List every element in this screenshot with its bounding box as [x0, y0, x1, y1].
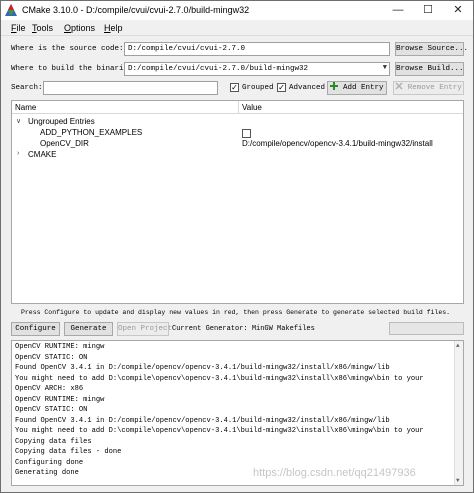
log-line: Configuring done [15, 458, 84, 467]
log-line: OpenCV STATIC: ON [15, 406, 88, 414]
menu-tools[interactable]: Tools [32, 23, 53, 33]
chevron-down-icon[interactable]: ▼ [383, 64, 387, 72]
build-path-combo[interactable]: D:/compile/cvui/cvui-2.7.0/build-mingw32… [124, 62, 390, 76]
search-input[interactable] [43, 81, 218, 95]
log-line: Copying data files [15, 437, 92, 446]
current-generator-label: Current Generator: MinGW Makefiles [172, 325, 315, 333]
minimize-button[interactable]: — [383, 1, 413, 20]
output-log[interactable]: OpenCV RUNTIME: mingw OpenCV STATIC: ON … [11, 340, 464, 486]
menu-file[interactable]: File [11, 23, 26, 33]
grouped-checkbox[interactable]: ✓ [230, 83, 239, 92]
log-line: Generating done [15, 469, 79, 477]
menu-options-label: ptions [71, 23, 96, 33]
scroll-down-icon[interactable]: ▼ [456, 477, 460, 484]
generate-button[interactable]: Generate [64, 322, 113, 336]
log-line: Found OpenCV 3.4.1 in D:/compile/opencv/… [15, 416, 390, 425]
table-row[interactable]: ADD_PYTHON_EXAMPLES [12, 128, 463, 139]
source-label: Where is the source code: [11, 45, 124, 53]
title-bar: CMake 3.10.0 - D:/compile/cvui/cvui-2.7.… [1, 1, 473, 20]
entry-name: ADD_PYTHON_EXAMPLES [40, 128, 143, 137]
search-label: Search: [11, 84, 43, 92]
browse-source-button[interactable]: Browse Source... [395, 42, 468, 56]
tree-group-row[interactable]: ∨ Ungrouped Entries [12, 117, 463, 128]
cache-table[interactable]: Name Value ∨ Ungrouped Entries ADD_PYTHO… [11, 100, 464, 304]
browse-build-button[interactable]: Browse Build... [395, 62, 464, 76]
tree-group-row[interactable]: › CMAKE [12, 150, 463, 161]
log-line: OpenCV RUNTIME: mingw [15, 395, 105, 404]
remove-entry-button[interactable]: Remove Entry [393, 81, 464, 95]
scroll-up-icon[interactable]: ▲ [456, 342, 460, 349]
menu-options[interactable]: Options [64, 23, 95, 33]
menu-bar: File Tools Options Help [1, 20, 473, 36]
cmake-window: CMake 3.10.0 - D:/compile/cvui/cvui-2.7.… [0, 0, 474, 493]
watermark-text: https://blog.csdn.net/qq21497936 [253, 467, 416, 479]
window-title: CMake 3.10.0 - D:/compile/cvui/cvui-2.7.… [22, 5, 250, 15]
collapsed-arrow-icon[interactable]: › [17, 150, 19, 157]
add-entry-label: Add Entry [343, 84, 384, 92]
menu-help[interactable]: Help [104, 23, 123, 33]
cmake-logo-icon [5, 4, 17, 16]
log-line: OpenCV RUNTIME: mingw [15, 343, 105, 351]
group-name: CMAKE [28, 150, 57, 159]
entry-name: OpenCV_DIR [40, 139, 89, 148]
log-line: You might need to add D:\compile\opencv\… [15, 427, 424, 435]
configure-button[interactable]: Configure [11, 322, 60, 336]
advanced-checkbox[interactable]: ✓ [277, 83, 286, 92]
log-scrollbar[interactable]: ▲ ▼ [454, 341, 463, 485]
menu-file-label: ile [16, 23, 26, 33]
add-python-examples-checkbox[interactable] [242, 129, 251, 138]
remove-entry-label: Remove Entry [407, 84, 462, 92]
grouped-label: Grouped [242, 84, 274, 92]
add-icon [330, 82, 339, 90]
maximize-button[interactable]: ☐ [413, 1, 443, 20]
close-button[interactable]: ✕ [443, 1, 473, 20]
hint-text: Press Configure to update and display ne… [21, 309, 451, 316]
table-row[interactable]: OpenCV_DIR D:/compile/opencv/opencv-3.4.… [12, 139, 463, 150]
log-line: Copying data files - done [15, 448, 122, 456]
entry-value[interactable]: D:/compile/opencv/opencv-3.4.1/build-min… [242, 139, 433, 148]
log-line: You might need to add D:\compile\opencv\… [15, 374, 424, 383]
build-path-value: D:/compile/cvui/cvui-2.7.0/build-mingw32 [128, 65, 309, 73]
log-line: OpenCV ARCH: x86 [15, 385, 84, 393]
open-project-button[interactable]: Open Project [117, 322, 172, 336]
build-label: Where to build the binaries: [11, 65, 138, 73]
menu-tools-label: ools [36, 23, 54, 33]
add-entry-button[interactable]: Add Entry [327, 81, 387, 95]
menu-options-mnemonic: O [64, 23, 72, 33]
group-name: Ungrouped Entries [28, 117, 95, 126]
value-column-header[interactable]: Value [239, 101, 463, 114]
progress-bar [389, 322, 464, 335]
expanded-arrow-icon[interactable]: ∨ [16, 117, 21, 125]
log-line: OpenCV STATIC: ON [15, 353, 88, 362]
source-path-field[interactable]: D:/compile/cvui/cvui-2.7.0 [124, 42, 390, 56]
name-column-header[interactable]: Name [12, 101, 239, 114]
log-line: Found OpenCV 3.4.1 in D:/compile/opencv/… [15, 364, 390, 372]
remove-icon [395, 82, 403, 90]
advanced-label: Advanced [289, 84, 326, 92]
menu-help-label: elp [110, 23, 123, 33]
